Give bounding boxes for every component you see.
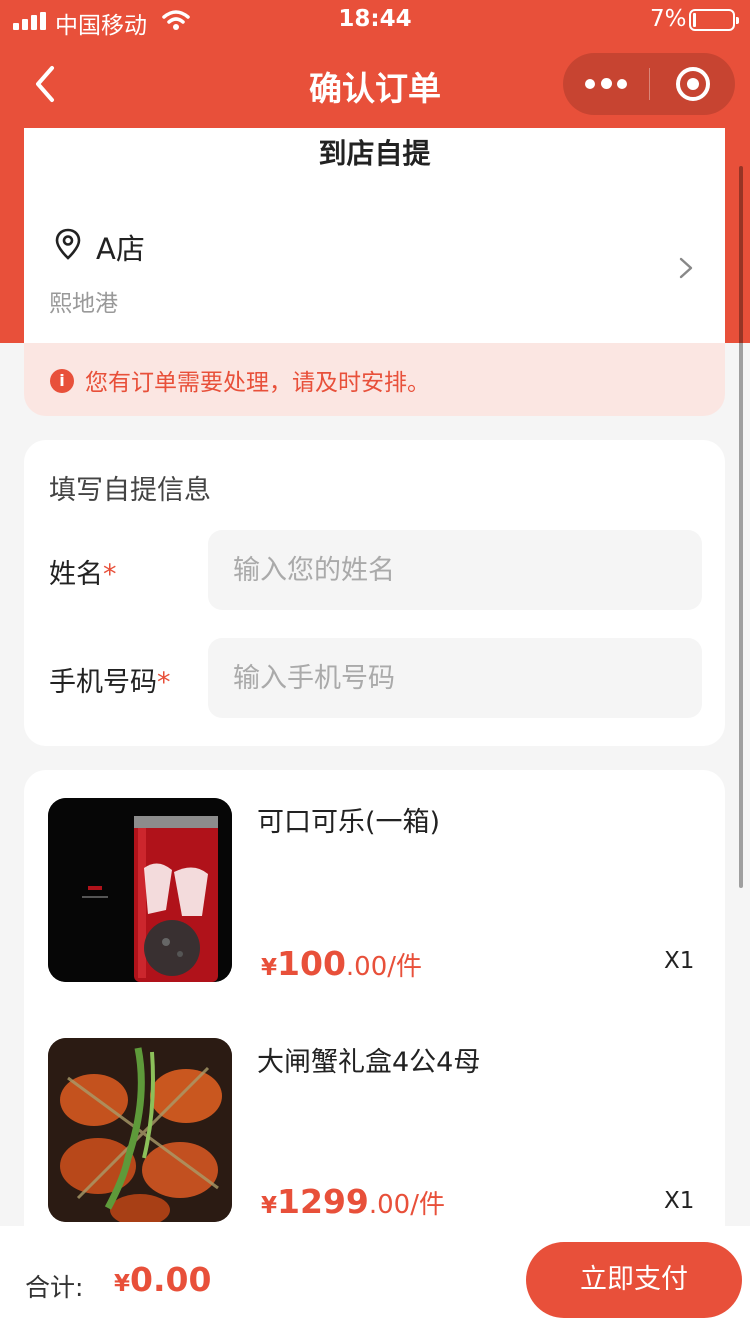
scrollbar[interactable] [739, 166, 743, 888]
products-card: 可口可乐(一箱) ¥100.00/件 X1 大闸蟹礼盒4公4母 ¥1299.00… [24, 770, 725, 1240]
pay-now-button[interactable]: 立即支付 [526, 1242, 742, 1318]
mini-program-capsule [563, 53, 735, 115]
form-title: 填写自提信息 [49, 475, 211, 506]
product-quantity: X1 [664, 1188, 695, 1214]
notice-text: 您有订单需要处理，请及时安排。 [85, 370, 430, 396]
phone-input[interactable] [208, 638, 702, 718]
total-label: 合计: [25, 1273, 84, 1302]
name-input[interactable] [208, 530, 702, 610]
product-name: 可口可乐(一箱) [257, 807, 441, 838]
status-bar: 中国移动 18:44 7% [0, 0, 750, 40]
checkout-bar: 合计: ¥0.00 立即支付 [0, 1226, 750, 1334]
pickup-title: 到店自提 [318, 137, 431, 170]
product-quantity: X1 [664, 948, 695, 974]
more-dots-icon[interactable] [581, 68, 631, 100]
required-mark: * [157, 667, 171, 698]
required-mark: * [103, 559, 117, 590]
notice-banner: i 您有订单需要处理，请及时安排。 [24, 343, 725, 416]
name-label: 姓名* [49, 559, 117, 590]
product-image-crab [48, 1038, 232, 1222]
store-card[interactable]: 到店自提 A店 熙地港 [24, 128, 725, 343]
navigation-bar: 确认订单 [0, 40, 750, 128]
clock-time: 18:44 [338, 6, 412, 32]
product-price: ¥100.00/件 [261, 944, 423, 983]
pickup-info-form: 填写自提信息 姓名* 手机号码* [24, 440, 725, 746]
total-amount: ¥0.00 [114, 1260, 212, 1299]
product-price: ¥1299.00/件 [261, 1182, 445, 1221]
target-close-icon[interactable] [676, 67, 710, 101]
battery-percentage: 7% [650, 6, 687, 32]
product-name: 大闸蟹礼盒4公4母 [257, 1047, 481, 1078]
store-name: A店 [96, 232, 145, 266]
phone-label: 手机号码* [49, 667, 171, 698]
battery-icon [689, 9, 739, 31]
store-address: 熙地港 [49, 291, 118, 317]
info-icon: i [50, 369, 74, 393]
product-image-cola [48, 798, 232, 982]
location-pin-icon [55, 228, 81, 260]
chevron-right-icon[interactable] [676, 256, 696, 280]
capsule-divider [649, 68, 650, 100]
